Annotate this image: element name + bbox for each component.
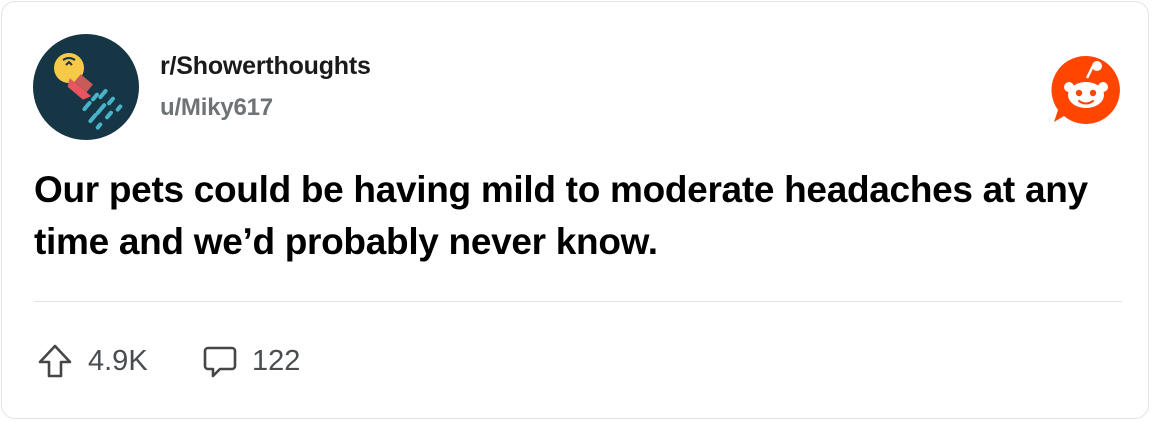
upvote-button[interactable]: 4.9K — [36, 339, 148, 383]
post-card[interactable]: r/Showerthoughts u/Miky617 Our pets coul… — [1, 1, 1149, 419]
divider — [34, 301, 1122, 302]
post-author[interactable]: u/Miky617 — [160, 94, 273, 122]
comment-count: 122 — [252, 344, 301, 377]
upvote-arrow-icon — [38, 344, 72, 378]
upvote-count: 4.9K — [88, 344, 148, 377]
post-title[interactable]: Our pets could be having mild to moderat… — [34, 164, 1124, 268]
comment-bubble-icon — [203, 346, 237, 378]
subreddit-avatar[interactable] — [33, 34, 139, 140]
shower-head-lightbulb-icon — [54, 53, 123, 130]
comments-button[interactable]: 122 — [202, 339, 300, 383]
subreddit-name[interactable]: r/Showerthoughts — [160, 52, 371, 81]
reddit-logo — [1050, 54, 1122, 126]
reddit-snoo-icon — [1051, 55, 1120, 124]
